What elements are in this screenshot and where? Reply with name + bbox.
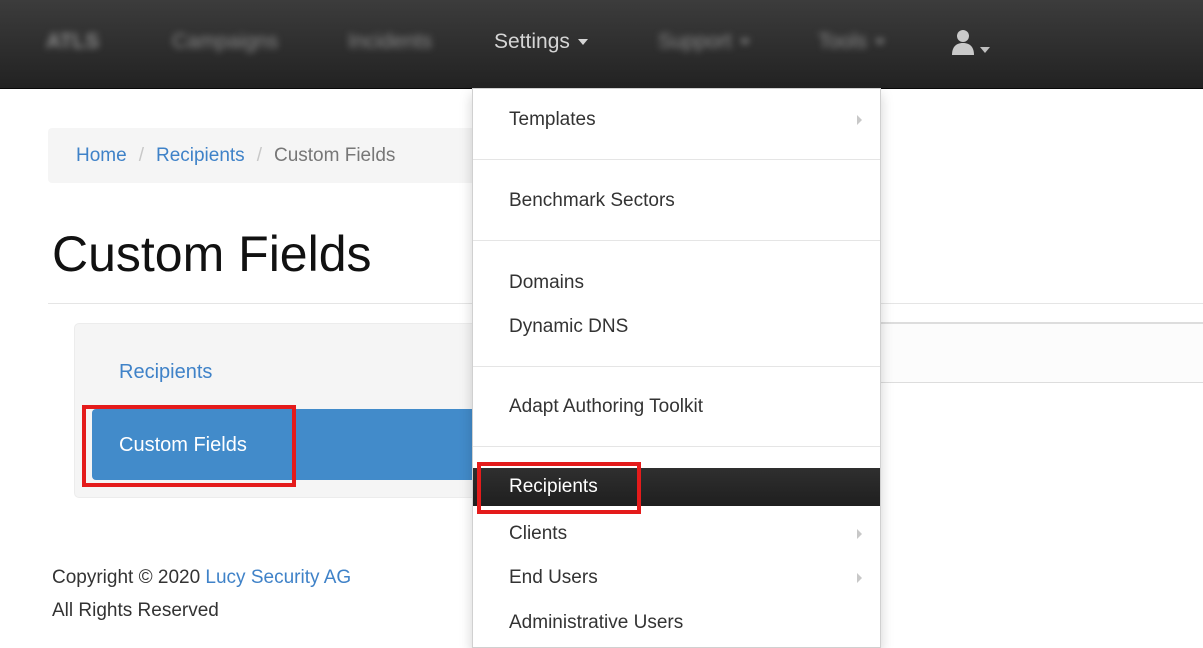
menu-divider [473,159,880,160]
chevron-right-icon [857,529,862,539]
menu-item-label: End Users [509,567,598,588]
menu-divider [473,366,880,367]
chevron-down-icon [739,39,750,46]
nav-support[interactable]: Support [658,30,750,54]
footer-rights: All Rights Reserved [52,600,219,621]
red-highlight-box [82,405,296,487]
company-link[interactable]: Lucy Security AG [205,567,351,588]
copyright-text: Copyright © 2020 [52,567,201,588]
menu-item-adapt-authoring-toolkit[interactable]: Adapt Authoring Toolkit [473,388,880,426]
footer-copyright: Copyright © 2020 Lucy Security AG [52,567,351,589]
user-icon[interactable] [951,28,975,56]
menu-item-label: Templates [509,109,596,130]
menu-item-administrative-users[interactable]: Administrative Users [473,604,880,642]
chevron-down-icon [980,46,990,53]
red-highlight-box [477,462,641,514]
chevron-down-icon [577,39,588,46]
nav-support-label: Support [658,30,732,53]
chevron-right-icon [857,115,862,125]
chevron-right-icon [857,573,862,583]
nav-tools[interactable]: Tools [818,30,886,54]
settings-dropdown-menu: Templates Benchmark Sectors Domains Dyna… [472,88,881,648]
menu-item-benchmark-sectors[interactable]: Benchmark Sectors [473,182,880,220]
brand-logo[interactable]: ATLS [46,30,99,54]
top-navbar: ATLS Campaigns Incidents Settings Suppor… [0,0,1203,89]
menu-item-domains[interactable]: Domains [473,264,880,302]
side-nav-recipients[interactable]: Recipients [119,361,212,384]
breadcrumb-separator: / [138,145,144,166]
user-menu-caret[interactable] [980,41,990,59]
menu-item-dynamic-dns[interactable]: Dynamic DNS [473,308,880,346]
breadcrumb-current: Custom Fields [273,145,396,166]
nav-campaigns[interactable]: Campaigns [172,30,278,54]
menu-divider [473,446,880,447]
nav-incidents[interactable]: Incidents [348,30,432,54]
menu-divider [473,240,880,241]
menu-item-end-users[interactable]: End Users [473,559,880,597]
breadcrumb-separator: / [256,145,262,166]
breadcrumb-recipients[interactable]: Recipients [156,145,245,166]
page-title: Custom Fields [52,226,372,282]
nav-settings-label: Settings [494,30,570,53]
nav-tools-label: Tools [818,30,868,53]
nav-settings[interactable]: Settings [494,30,588,54]
menu-item-clients[interactable]: Clients [473,515,880,553]
breadcrumb: Home / Recipients / Custom Fields [48,128,488,183]
menu-item-label: Clients [509,523,568,544]
content-panel [880,322,1203,383]
menu-item-templates[interactable]: Templates [473,101,880,139]
breadcrumb-home[interactable]: Home [76,145,127,166]
chevron-down-icon [875,39,886,46]
